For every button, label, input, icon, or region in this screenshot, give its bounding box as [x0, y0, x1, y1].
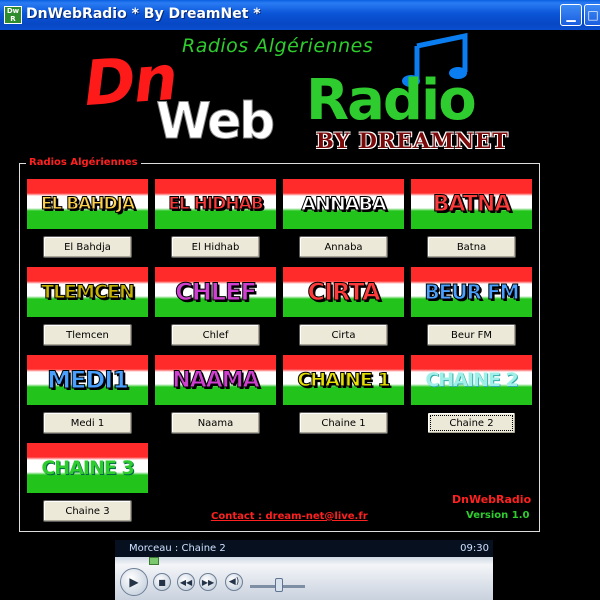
footer-version: Version 1.0 [466, 510, 530, 521]
now-playing: Morceau : Chaine 2 [129, 543, 226, 554]
footer-app-name: DnWebRadio [452, 493, 532, 506]
station-button-tlemcen[interactable]: Tlemcen [43, 324, 132, 346]
station-button-cirta[interactable]: Cirta [299, 324, 388, 346]
station-button-batna[interactable]: Batna [427, 236, 516, 258]
logo-subtitle: Radios Algériennes [182, 35, 374, 57]
station-button-chlef[interactable]: Chlef [171, 324, 260, 346]
play-time: 09:30 [460, 543, 489, 554]
station-banner-chaine-2[interactable]: CHAINE 2 [411, 355, 532, 405]
media-player: Morceau : Chaine 2 09:30 ▶ ■ ◀◀ ▶▶ ◀) [115, 540, 493, 600]
station-banner-cirta[interactable]: CIRTA [283, 267, 404, 317]
groupbox-title: Radios Algériennes [26, 157, 141, 168]
station-banner-batna[interactable]: BATNA [411, 179, 532, 229]
station-button-chaine-2[interactable]: Chaine 2 [427, 412, 516, 434]
title-bar: Dw R DnWebRadio * By DreamNet * ▁ □ [0, 0, 600, 30]
station-banner-chaine-1[interactable]: CHAINE 1 [283, 355, 404, 405]
station-banner-chlef[interactable]: CHLEF [155, 267, 276, 317]
station-button-el-hidhab[interactable]: El Hidhab [171, 236, 260, 258]
stop-icon[interactable]: ■ [153, 573, 171, 591]
maximize-button[interactable]: □ [584, 4, 600, 26]
play-icon[interactable]: ▶ [120, 568, 148, 596]
station-button-chaine-1[interactable]: Chaine 1 [299, 412, 388, 434]
minimize-button[interactable]: ▁ [560, 4, 582, 26]
player-controls: ▶ ■ ◀◀ ▶▶ ◀) [115, 565, 493, 600]
station-banner-medi1[interactable]: MEDI1 [27, 355, 148, 405]
next-icon[interactable]: ▶▶ [199, 573, 217, 591]
station-banner-naama[interactable]: NAAMA [155, 355, 276, 405]
station-button-beur-fm[interactable]: Beur FM [427, 324, 516, 346]
volume-handle[interactable] [275, 578, 283, 592]
seek-handle[interactable] [149, 557, 159, 565]
window-title: DnWebRadio * By DreamNet * [26, 6, 261, 22]
station-button-medi-1[interactable]: Medi 1 [43, 412, 132, 434]
station-banner-annaba[interactable]: ANNABA [283, 179, 404, 229]
previous-icon[interactable]: ◀◀ [177, 573, 195, 591]
station-banner-tlemcen[interactable]: TLEMCEN [27, 267, 148, 317]
station-banner-chaine-3[interactable]: CHAINE 3 [27, 443, 148, 493]
logo-web: Web [155, 92, 275, 151]
station-button-el-bahdja[interactable]: El Bahdja [43, 236, 132, 258]
station-banner-beur-fm[interactable]: BEUR FM [411, 267, 532, 317]
station-button-annaba[interactable]: Annaba [299, 236, 388, 258]
logo: Radios Algériennes Dn Web Radio BY DREAM… [0, 30, 600, 160]
seek-bar[interactable] [115, 557, 493, 565]
logo-radio: Radio [306, 68, 477, 133]
station-button-naama[interactable]: Naama [171, 412, 260, 434]
volume-icon[interactable]: ◀) [225, 573, 243, 591]
logo-by-dreamnet: BY DREAMNET [316, 128, 509, 153]
player-info-bar: Morceau : Chaine 2 09:30 [115, 540, 493, 557]
station-banner-el-bahdja[interactable]: EL BAHDJA [27, 179, 148, 229]
contact-link[interactable]: Contact : dream-net@live.fr [211, 511, 368, 522]
app-icon[interactable]: Dw R [4, 6, 22, 24]
station-banner-el-hidhab[interactable]: EL HIDHAB [155, 179, 276, 229]
station-button-chaine-3[interactable]: Chaine 3 [43, 500, 132, 522]
